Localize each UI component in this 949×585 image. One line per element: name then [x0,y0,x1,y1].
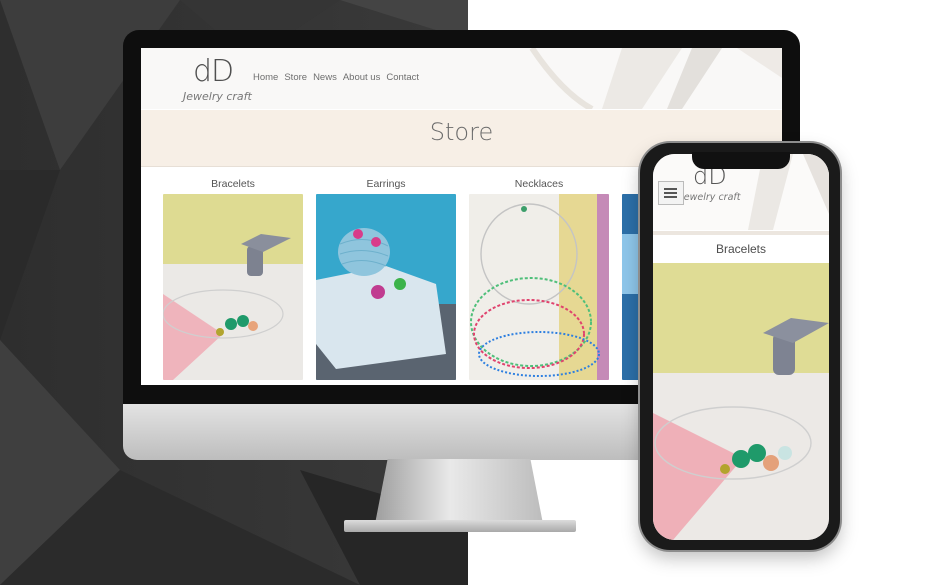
main-nav: Home Store News About us Contact [253,72,425,83]
category-label-necklaces[interactable]: Necklaces [469,178,609,190]
header-decoration [529,48,782,109]
monitor-base [344,520,576,532]
logo-mark[interactable]: dD [193,54,234,89]
nav-store[interactable]: Store [284,72,307,83]
category-label-earrings[interactable]: Earrings [316,178,456,190]
monitor-stand [374,459,544,529]
logo-text: Jewelry craft [183,90,252,103]
nav-home[interactable]: Home [253,72,278,83]
page-title: Store [429,118,494,146]
nav-news[interactable]: News [313,72,337,83]
bracelets-image[interactable] [163,194,303,380]
category-label-bracelets[interactable]: Bracelets [163,178,303,190]
nav-about-us[interactable]: About us [343,72,381,83]
menu-icon[interactable] [658,181,684,205]
mobile-bracelets-image[interactable] [653,263,829,540]
earrings-image[interactable] [316,194,456,380]
phone-notch [692,152,790,169]
mobile-category-label[interactable]: Bracelets [653,242,829,256]
nav-contact[interactable]: Contact [386,72,419,83]
necklaces-image[interactable] [469,194,609,380]
mobile-logo-text: Jewelry craft [681,192,741,203]
mobile-screen: dD Jewelry craft Bracelets [653,154,829,540]
partial-category-image[interactable] [622,194,642,380]
mobile-separator [653,231,829,235]
site-header: dD Jewelry craft Home Store News About u… [141,48,782,109]
